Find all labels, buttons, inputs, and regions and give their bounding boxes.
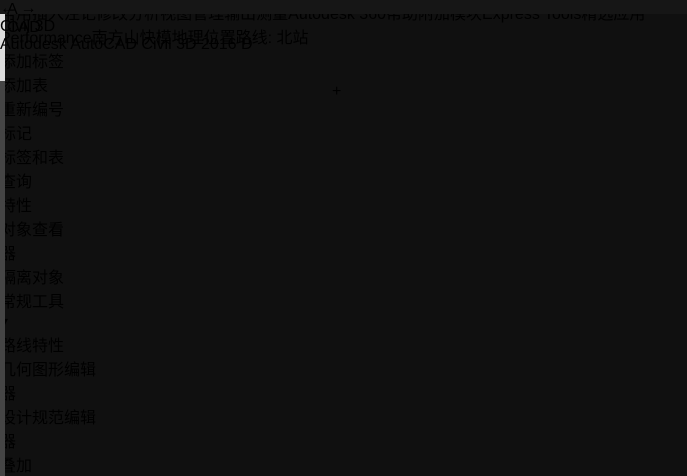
panel-title[interactable]: 标签和表 [0, 144, 77, 168]
ribbon: 添加标签 添加表 重新编号标记 标签和表 查询 特性 对象查看器 隔离对象 常规… [0, 48, 687, 476]
new-drawing-tab-button[interactable]: + [332, 83, 341, 101]
geometry-editor-button[interactable]: 几何图形编辑器 [0, 356, 108, 404]
panel-general-tools: 查询 特性 对象查看器 隔离对象 常规工具 [0, 168, 68, 332]
application-menu-button[interactable]: A CAD [7, 1, 41, 36]
isolate-objects-button[interactable]: 隔离对象 [0, 264, 68, 288]
window-edge [0, 81, 5, 476]
alignment-properties-button[interactable]: 路线特性 [0, 332, 108, 356]
add-tables-button[interactable]: 添加表 [0, 72, 77, 96]
workspace-switcher[interactable]: Civil 3D [0, 18, 687, 36]
object-viewer-button[interactable]: 对象查看器 [0, 216, 68, 264]
properties-button[interactable]: 特性 [0, 192, 68, 216]
panel-title[interactable]: 常规工具 ▾ [0, 288, 68, 332]
design-criteria-editor-button[interactable]: 设计规范编辑器 [0, 404, 108, 452]
renumber-tags-button[interactable]: 重新编号标记 [0, 96, 77, 144]
document-name-partial: D [241, 36, 253, 53]
quick-access-toolbar: ← → [0, 0, 687, 18]
inquiry-button[interactable]: 查询 [0, 168, 68, 192]
app-window: ← → Civil 3D Autodesk AutoCAD Civil 3D 2… [0, 0, 687, 476]
panel-modify: 路线特性 几何图形编辑器 设计规范编辑器 叠加 修改 ▾ [0, 332, 108, 476]
panel-labels-tables: 添加标签 添加表 重新编号标记 标签和表 [0, 48, 77, 168]
superimpose-button[interactable]: 叠加 [0, 452, 108, 476]
window-title: Autodesk AutoCAD Civil 3D 2016 [0, 36, 237, 53]
title-bar: ← → Civil 3D Autodesk AutoCAD Civil 3D 2… [0, 0, 687, 53]
